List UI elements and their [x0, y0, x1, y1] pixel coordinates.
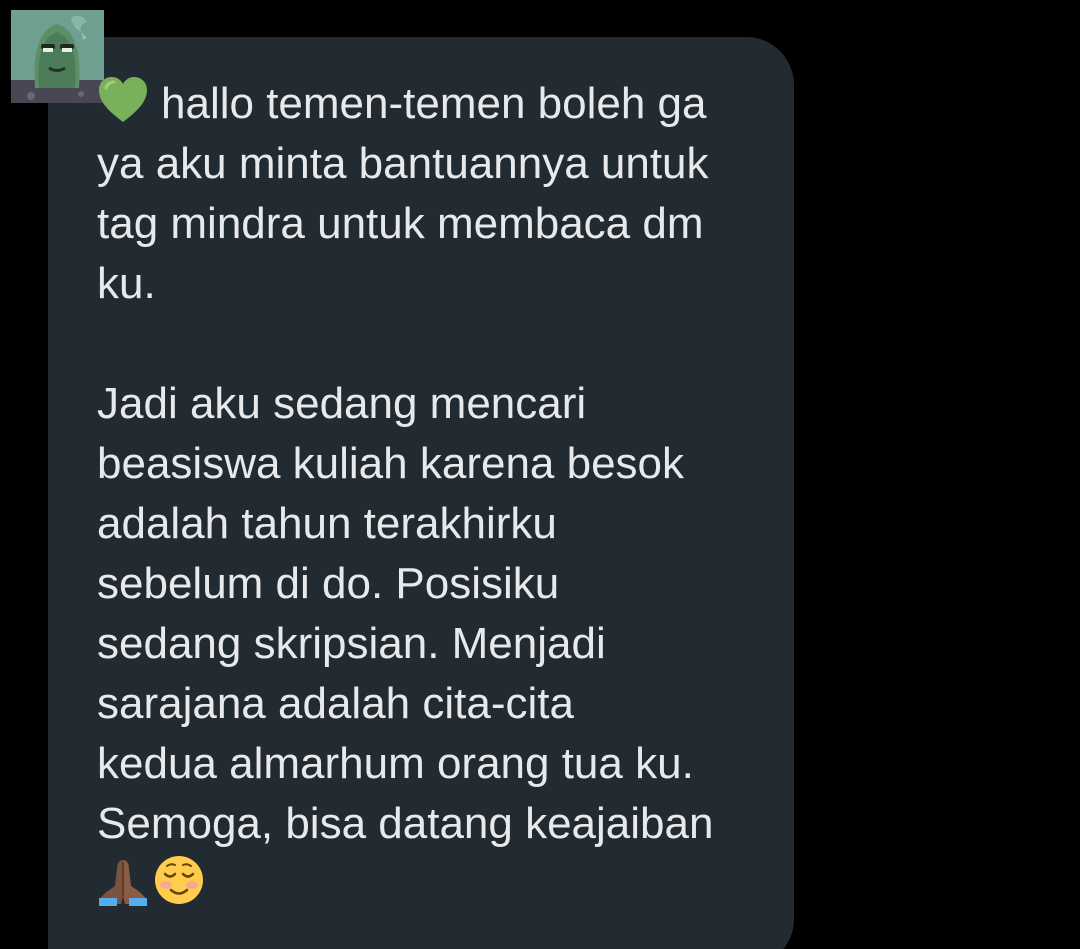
message-line: sedang skripsian. Menjadi [97, 619, 606, 668]
message-line: Semoga, bisa datang keajaiban [97, 799, 714, 848]
message-line: hallo temen-temen boleh ga [97, 74, 777, 134]
message-text: hallo temen-temen boleh ga ya aku minta … [97, 74, 777, 914]
message-line: sarajana adalah cita-cita [97, 679, 574, 728]
message-line: beasiswa kuliah karena besok [97, 439, 685, 488]
green-heart-icon [97, 76, 149, 140]
message-line: kedua almarhum orang tua ku. [97, 739, 694, 788]
message-line: adalah tahun terakhirku [97, 499, 557, 548]
dm-screen: hallo temen-temen boleh ga ya aku minta … [0, 0, 1080, 949]
message-line: ku. [97, 259, 156, 308]
message-line-text: hallo temen-temen boleh ga [161, 79, 707, 128]
message-line: ya aku minta bantuannya untuk [97, 139, 709, 188]
avatar-image [11, 10, 104, 103]
folded-hands-icon [97, 856, 149, 922]
message-line: Jadi aku sedang mencari [97, 379, 587, 428]
sender-avatar[interactable] [11, 10, 104, 103]
emoji-line [97, 854, 777, 914]
message-line: tag mindra untuk membaca dm [97, 199, 704, 248]
message-line: sebelum di do. Posisiku [97, 559, 560, 608]
smiling-face-icon [153, 854, 205, 922]
